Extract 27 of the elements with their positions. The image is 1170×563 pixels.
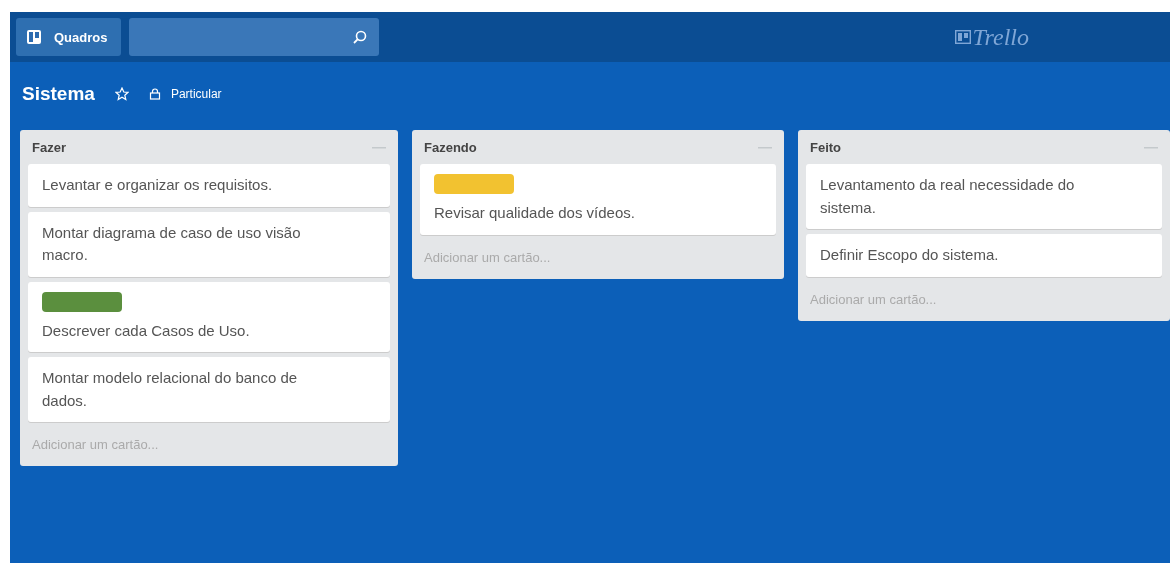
search-icon xyxy=(353,30,368,44)
card[interactable]: Levantamento da real necessidade do sistema. xyxy=(806,164,1162,229)
board-title[interactable]: Sistema xyxy=(22,82,95,105)
logo-text: Trello xyxy=(972,23,1029,51)
lock-icon xyxy=(148,87,161,100)
boards-icon xyxy=(26,29,42,45)
card-text: Montar diagrama de caso de uso visão macro. xyxy=(42,222,302,265)
card-text: Levantar e organizar os requisitos. xyxy=(42,175,274,195)
card-text: Revisar qualidade dos vídeos. xyxy=(434,203,636,223)
search-field[interactable] xyxy=(129,18,380,56)
card[interactable]: Montar diagrama de caso de uso visão macro. xyxy=(28,211,390,277)
list-title: Fazer xyxy=(32,140,66,155)
card-text: Levantamento da real necessidade do sistema. xyxy=(820,175,1076,218)
star-icon[interactable] xyxy=(114,86,129,101)
card[interactable]: Montar modelo relacional do banco de dados. xyxy=(28,357,390,422)
list-title: Feito xyxy=(810,140,842,155)
card-text: Definir Escopo do sistema. xyxy=(820,245,1000,265)
card[interactable]: Revisar qualidade dos vídeos. xyxy=(420,164,776,235)
card[interactable]: Descrever cada Casos de Uso. xyxy=(28,281,390,352)
card-text: Montar modelo relacional do banco de dados. xyxy=(42,368,299,411)
list-title: Fazendo xyxy=(424,140,477,155)
visibility-button[interactable]: Particular xyxy=(148,86,222,101)
boards-button[interactable]: Quadros xyxy=(16,18,122,56)
logo-icon xyxy=(954,30,971,44)
card-text: Descrever cada Casos de Uso. xyxy=(42,320,251,341)
card[interactable]: Levantar e organizar os requisitos. xyxy=(28,164,390,207)
card[interactable]: Definir Escopo do sistema. xyxy=(806,234,1162,277)
